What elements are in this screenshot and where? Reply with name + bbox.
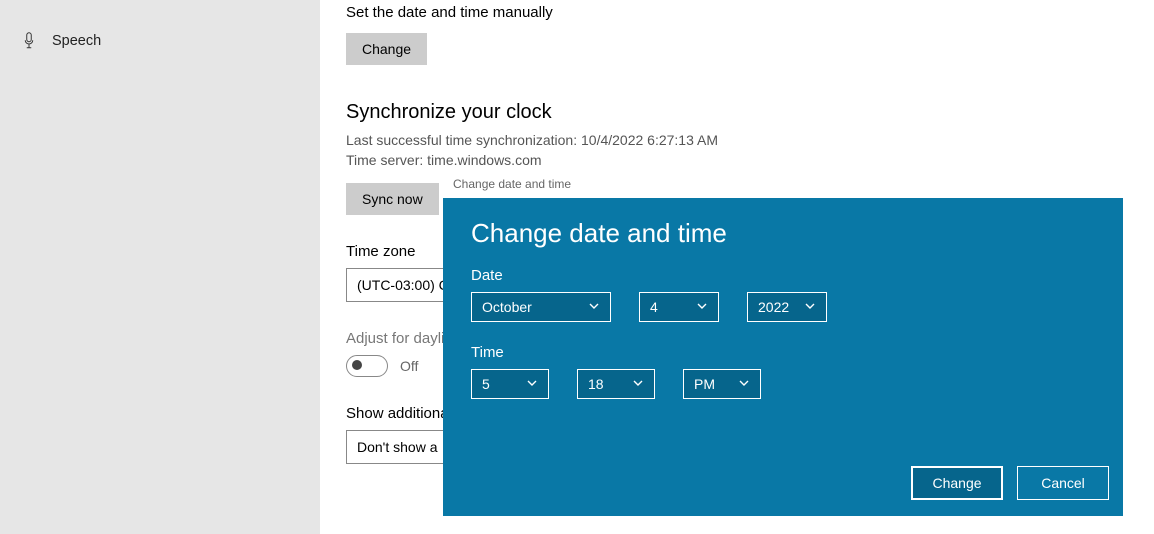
daylight-savings-state: Off: [400, 358, 418, 374]
change-date-time-button[interactable]: Change: [346, 33, 427, 65]
month-value: October: [482, 299, 532, 315]
chevron-down-icon: [632, 376, 644, 392]
dialog-change-button[interactable]: Change: [911, 466, 1003, 500]
sync-time-server: Time server: time.windows.com: [346, 150, 1154, 170]
change-date-time-dialog: Change date and time Change date and tim…: [443, 170, 1123, 516]
sync-now-button[interactable]: Sync now: [346, 183, 439, 215]
month-select[interactable]: October: [471, 292, 611, 322]
chevron-down-icon: [738, 376, 750, 392]
toggle-knob: [352, 360, 362, 370]
dialog-heading: Change date and time: [471, 218, 1095, 249]
hour-select[interactable]: 5: [471, 369, 549, 399]
chevron-down-icon: [696, 299, 708, 315]
microphone-icon: [20, 32, 38, 50]
minute-value: 18: [588, 376, 604, 392]
minute-select[interactable]: 18: [577, 369, 655, 399]
sidebar-item-speech[interactable]: Speech: [0, 28, 320, 54]
year-value: 2022: [758, 299, 789, 315]
chevron-down-icon: [588, 299, 600, 315]
sync-clock-heading: Synchronize your clock: [346, 101, 1154, 124]
ampm-value: PM: [694, 376, 715, 392]
sidebar-item-label: Speech: [52, 33, 101, 49]
date-field-label: Date: [471, 267, 1095, 284]
settings-sidebar: Speech: [0, 0, 320, 534]
day-select[interactable]: 4: [639, 292, 719, 322]
day-value: 4: [650, 299, 658, 315]
dialog-titlebar[interactable]: Change date and time: [443, 170, 1123, 198]
time-field-label: Time: [471, 344, 1095, 361]
chevron-down-icon: [526, 376, 538, 392]
set-date-time-label: Set the date and time manually: [346, 4, 1154, 21]
hour-value: 5: [482, 376, 490, 392]
sync-info: Last successful time synchronization: 10…: [346, 130, 1154, 171]
chevron-down-icon: [804, 299, 816, 315]
sync-last-success: Last successful time synchronization: 10…: [346, 130, 1154, 150]
dialog-cancel-button[interactable]: Cancel: [1017, 466, 1109, 500]
year-select[interactable]: 2022: [747, 292, 827, 322]
ampm-select[interactable]: PM: [683, 369, 761, 399]
daylight-savings-toggle[interactable]: [346, 355, 388, 377]
